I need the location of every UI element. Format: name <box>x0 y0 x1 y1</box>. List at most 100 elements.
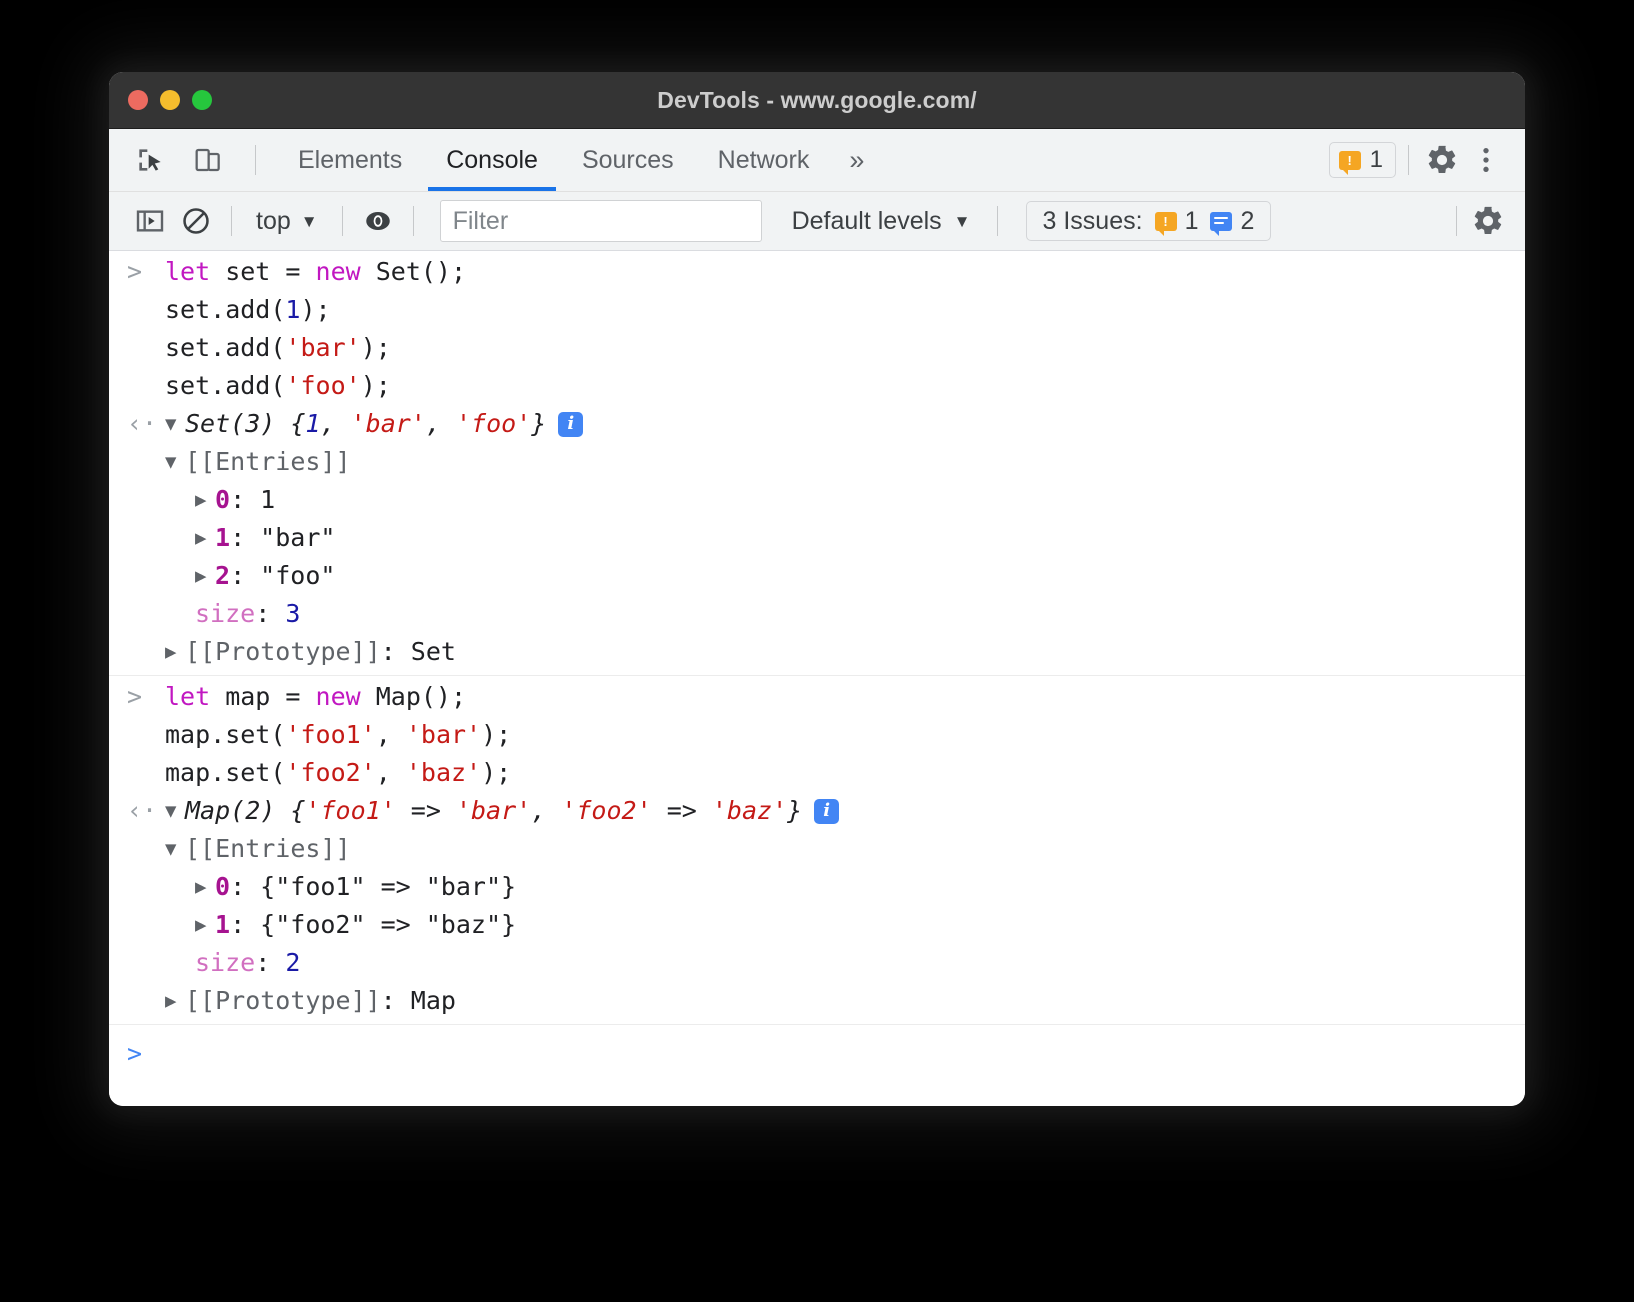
devtools-settings-button[interactable] <box>1421 139 1463 181</box>
prototype-row[interactable]: [[Prototype]]: Set <box>109 633 1525 671</box>
warning-count-label: 1 <box>1370 146 1383 174</box>
code-token: 'foo2' <box>561 796 651 825</box>
device-toolbar-button[interactable] <box>187 139 229 181</box>
code-token: 'foo1' <box>285 720 375 749</box>
output-return-icon: ‹· <box>127 405 165 443</box>
console-prompt-row[interactable]: > <box>109 1025 1525 1083</box>
info-badge-icon[interactable]: i <box>814 799 839 824</box>
entry-row[interactable]: 1: "bar" <box>109 519 1525 557</box>
close-window-button[interactable] <box>128 90 148 110</box>
entries-row[interactable]: [[Entries]] <box>109 830 1525 868</box>
entry-expand-toggle[interactable] <box>195 557 215 595</box>
panel-tabs: Elements Console Sources Network » <box>276 129 882 191</box>
execution-context-label: top <box>256 207 291 236</box>
entry-expand-toggle[interactable] <box>195 906 215 944</box>
entry-value: {"foo2" => "baz"} <box>260 906 516 944</box>
console-message-list[interactable]: >let set = new Set();set.add(1);set.add(… <box>109 251 1525 1106</box>
console-settings-button[interactable] <box>1467 200 1509 242</box>
issues-counter-button[interactable]: 3 Issues: ! 1 2 <box>1026 201 1272 241</box>
screenshot-stage: DevTools - www.google.com/ <box>0 0 1634 1302</box>
entry-row[interactable]: 2: "foo" <box>109 557 1525 595</box>
object-preview-header[interactable]: Set(3) {1, 'bar', 'foo'} i <box>165 405 583 443</box>
entry-expand-toggle[interactable] <box>195 868 215 906</box>
tabbar-right-divider <box>1408 145 1409 175</box>
entries-label: [[Entries]] <box>185 830 351 868</box>
entry-index-key: 2 <box>215 557 230 595</box>
code-token: let <box>165 257 210 286</box>
warning-count-button[interactable]: ! 1 <box>1329 142 1396 178</box>
code-token: 1 <box>305 409 320 438</box>
entry-expand-toggle[interactable] <box>195 519 215 557</box>
code-token: 'baz' <box>406 758 481 787</box>
console-input-continuation-row: set.add('bar'); <box>109 329 1525 367</box>
size-key-label: size <box>195 944 255 982</box>
prototype-label: [[Prototype]] <box>185 633 381 671</box>
log-levels-selector[interactable]: Default levels ▼ <box>780 207 983 236</box>
tab-network[interactable]: Network <box>696 129 832 191</box>
object-preview-header[interactable]: Map(2) {'foo1' => 'bar', 'foo2' => 'baz'… <box>165 792 839 830</box>
info-badge-icon[interactable]: i <box>558 412 583 437</box>
entry-row[interactable]: 0: {"foo1" => "bar"} <box>109 868 1525 906</box>
console-input-code: set.add('foo'); <box>165 367 391 405</box>
entries-expand-toggle[interactable] <box>165 443 185 481</box>
issues-warning-count: 1 <box>1185 207 1199 236</box>
code-token: 'foo' <box>285 371 360 400</box>
code-token: map.set( <box>165 758 285 787</box>
object-preview-text: Set(3) {1, 'bar', 'foo'} <box>185 405 546 443</box>
tabbar-right-tools: ! 1 <box>1329 129 1525 191</box>
object-expand-toggle[interactable] <box>165 405 185 443</box>
size-row: size: 3 <box>109 595 1525 633</box>
traffic-light-group <box>128 72 212 128</box>
console-toolbar: top ▼ Default levels ▼ <box>109 192 1525 251</box>
console-output-row: ‹· Set(3) {1, 'bar', 'foo'} i <box>109 405 1525 443</box>
warning-bubble-icon: ! <box>1155 212 1177 231</box>
entry-colon: : <box>230 557 260 595</box>
prototype-row[interactable]: [[Prototype]]: Map <box>109 982 1525 1020</box>
tab-console[interactable]: Console <box>424 129 560 191</box>
maximize-window-button[interactable] <box>192 90 212 110</box>
entries-row[interactable]: [[Entries]] <box>109 443 1525 481</box>
tabbar-left-tools <box>109 129 266 191</box>
code-token: } <box>787 796 802 825</box>
issues-label: 3 Issues: <box>1043 207 1143 236</box>
devtools-tabbar: Elements Console Sources Network » <box>109 129 1525 192</box>
execution-context-selector[interactable]: top ▼ <box>246 207 328 236</box>
entry-row[interactable]: 1: {"foo2" => "baz"} <box>109 906 1525 944</box>
toolbar-right-group <box>1446 200 1509 242</box>
filter-input[interactable] <box>440 200 762 242</box>
output-return-icon: ‹· <box>127 792 165 830</box>
code-token: ); <box>361 371 391 400</box>
entry-value: {"foo1" => "bar"} <box>260 868 516 906</box>
more-tabs-button[interactable]: » <box>831 129 882 191</box>
object-expand-toggle[interactable] <box>165 792 185 830</box>
console-sidebar-toggle-button[interactable] <box>129 200 171 242</box>
tab-elements-label: Elements <box>298 146 402 175</box>
devtools-main-menu-button[interactable] <box>1465 139 1507 181</box>
tab-elements[interactable]: Elements <box>276 129 424 191</box>
code-token: , <box>426 409 456 438</box>
code-token: Map(2) { <box>185 796 305 825</box>
live-expression-button[interactable] <box>357 200 399 242</box>
entries-expand-toggle[interactable] <box>165 830 185 868</box>
kebab-menu-icon <box>1470 144 1502 176</box>
object-preview-text: Map(2) {'foo1' => 'bar', 'foo2' => 'baz'… <box>185 792 802 830</box>
prototype-colon: : <box>381 982 411 1020</box>
tab-sources-label: Sources <box>582 146 674 175</box>
prototype-expand-toggle[interactable] <box>165 633 185 671</box>
console-input-continuation-row: set.add(1); <box>109 291 1525 329</box>
entry-expand-toggle[interactable] <box>195 481 215 519</box>
prototype-expand-toggle[interactable] <box>165 982 185 1020</box>
code-token: 'foo2' <box>285 758 375 787</box>
entry-row[interactable]: 0: 1 <box>109 481 1525 519</box>
code-token: , <box>531 796 561 825</box>
tab-sources[interactable]: Sources <box>560 129 696 191</box>
chevron-down-icon: ▼ <box>954 213 971 230</box>
code-token: 'bar' <box>456 796 531 825</box>
clear-console-button[interactable] <box>175 200 217 242</box>
tab-console-label: Console <box>446 146 538 175</box>
size-value: 3 <box>285 595 300 633</box>
tab-network-label: Network <box>718 146 810 175</box>
inspect-element-button[interactable] <box>129 139 171 181</box>
entry-colon: : <box>230 481 260 519</box>
minimize-window-button[interactable] <box>160 90 180 110</box>
